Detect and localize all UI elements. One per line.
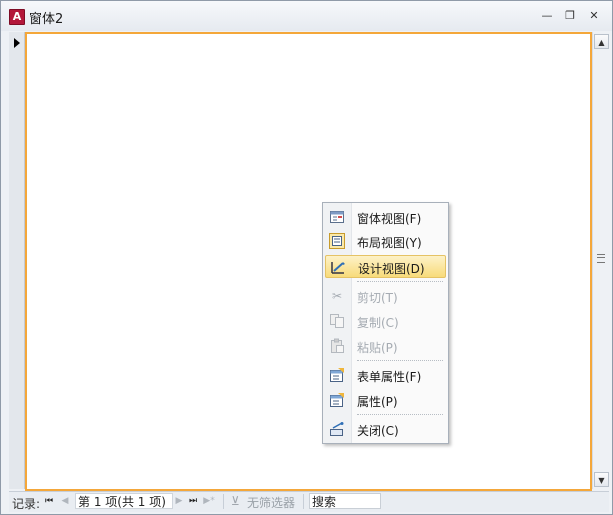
restore-button[interactable]: ❐ [562, 9, 578, 23]
menu-item-copy[interactable]: 复制(C) [325, 310, 446, 333]
properties-icon [329, 392, 345, 408]
record-selector[interactable] [9, 32, 25, 489]
menu-item-label: 布局视图(Y) [357, 236, 422, 250]
last-record-icon[interactable]: ⏭ [187, 494, 199, 508]
scroll-thumb-grip[interactable] [597, 254, 605, 263]
menu-item-cut[interactable]: ✂ 剪切(T) [325, 285, 446, 308]
menu-item-design-view[interactable]: 设计视图(D) [325, 255, 446, 278]
nav-divider [303, 494, 304, 509]
menu-item-layout-view[interactable]: 布局视图(Y) [325, 230, 446, 253]
menu-item-label: 剪切(T) [357, 291, 398, 305]
menu-item-label: 粘贴(P) [357, 341, 398, 355]
menu-separator [357, 281, 443, 282]
minimize-icon: — [541, 9, 553, 22]
menu-item-label: 属性(P) [357, 395, 398, 409]
previous-record-icon[interactable]: ◀ [59, 494, 71, 508]
filter-text: 无筛选器 [247, 496, 296, 510]
form-properties-icon [329, 367, 345, 383]
minimize-button[interactable]: — [539, 9, 555, 23]
close-button[interactable]: ✕ [586, 9, 602, 23]
cut-icon: ✂ [331, 289, 343, 303]
scroll-down-arrow-icon[interactable]: ▼ [594, 472, 609, 487]
menu-item-form-view[interactable]: 窗体视图(F) [325, 206, 446, 229]
first-record-icon[interactable]: ⏮ [43, 494, 55, 508]
design-view-icon [330, 259, 346, 275]
title-bar: A 窗体2 — ❐ ✕ [1, 1, 612, 31]
menu-item-label: 关闭(C) [357, 424, 399, 438]
menu-item-label: 设计视图(D) [358, 262, 425, 276]
restore-icon: ❐ [565, 9, 575, 22]
paste-icon [329, 338, 345, 354]
record-label: 记录: [12, 497, 41, 511]
menu-item-properties[interactable]: 属性(P) [325, 389, 446, 412]
search-input[interactable]: 搜索 [309, 493, 381, 509]
no-filter-icon: ⊻ [231, 494, 240, 508]
new-record-icon[interactable]: ▶* [203, 494, 215, 508]
form-window: A 窗体2 — ❐ ✕ ▲ ▼ 记录: ⏮ ◀ 第 1 项(共 1 项) ▶ ⏭… [0, 0, 613, 515]
vertical-scrollbar[interactable]: ▲ ▼ [592, 32, 610, 489]
menu-item-close[interactable]: 关闭(C) [325, 418, 446, 441]
window-title: 窗体2 [29, 12, 64, 27]
menu-item-paste[interactable]: 粘贴(P) [325, 335, 446, 358]
close-icon [329, 421, 345, 437]
current-record-arrow-icon [14, 38, 20, 48]
current-record-field[interactable]: 第 1 项(共 1 项) [75, 493, 173, 509]
access-app-icon: A [9, 9, 25, 25]
next-record-icon[interactable]: ▶ [173, 494, 185, 508]
menu-separator [357, 414, 443, 415]
scroll-up-arrow-icon[interactable]: ▲ [594, 34, 609, 49]
form-view-icon [329, 209, 345, 225]
close-window-icon: ✕ [589, 9, 599, 22]
nav-divider [223, 494, 224, 509]
form-detail-area[interactable] [25, 32, 592, 491]
record-navigation-bar: 记录: ⏮ ◀ 第 1 项(共 1 项) ▶ ⏭ ▶* ⊻ 无筛选器 搜索 [9, 491, 609, 512]
menu-item-form-properties[interactable]: 表单属性(F) [325, 364, 446, 387]
copy-icon [329, 313, 345, 329]
menu-item-label: 窗体视图(F) [357, 212, 422, 226]
menu-item-label: 复制(C) [357, 316, 399, 330]
menu-item-label: 表单属性(F) [357, 370, 422, 384]
menu-separator [357, 360, 443, 361]
layout-view-icon [329, 233, 345, 249]
context-menu: 窗体视图(F) 布局视图(Y) 设计视图(D) ✂ 剪切(T) 复制(C) 粘贴… [322, 202, 449, 444]
